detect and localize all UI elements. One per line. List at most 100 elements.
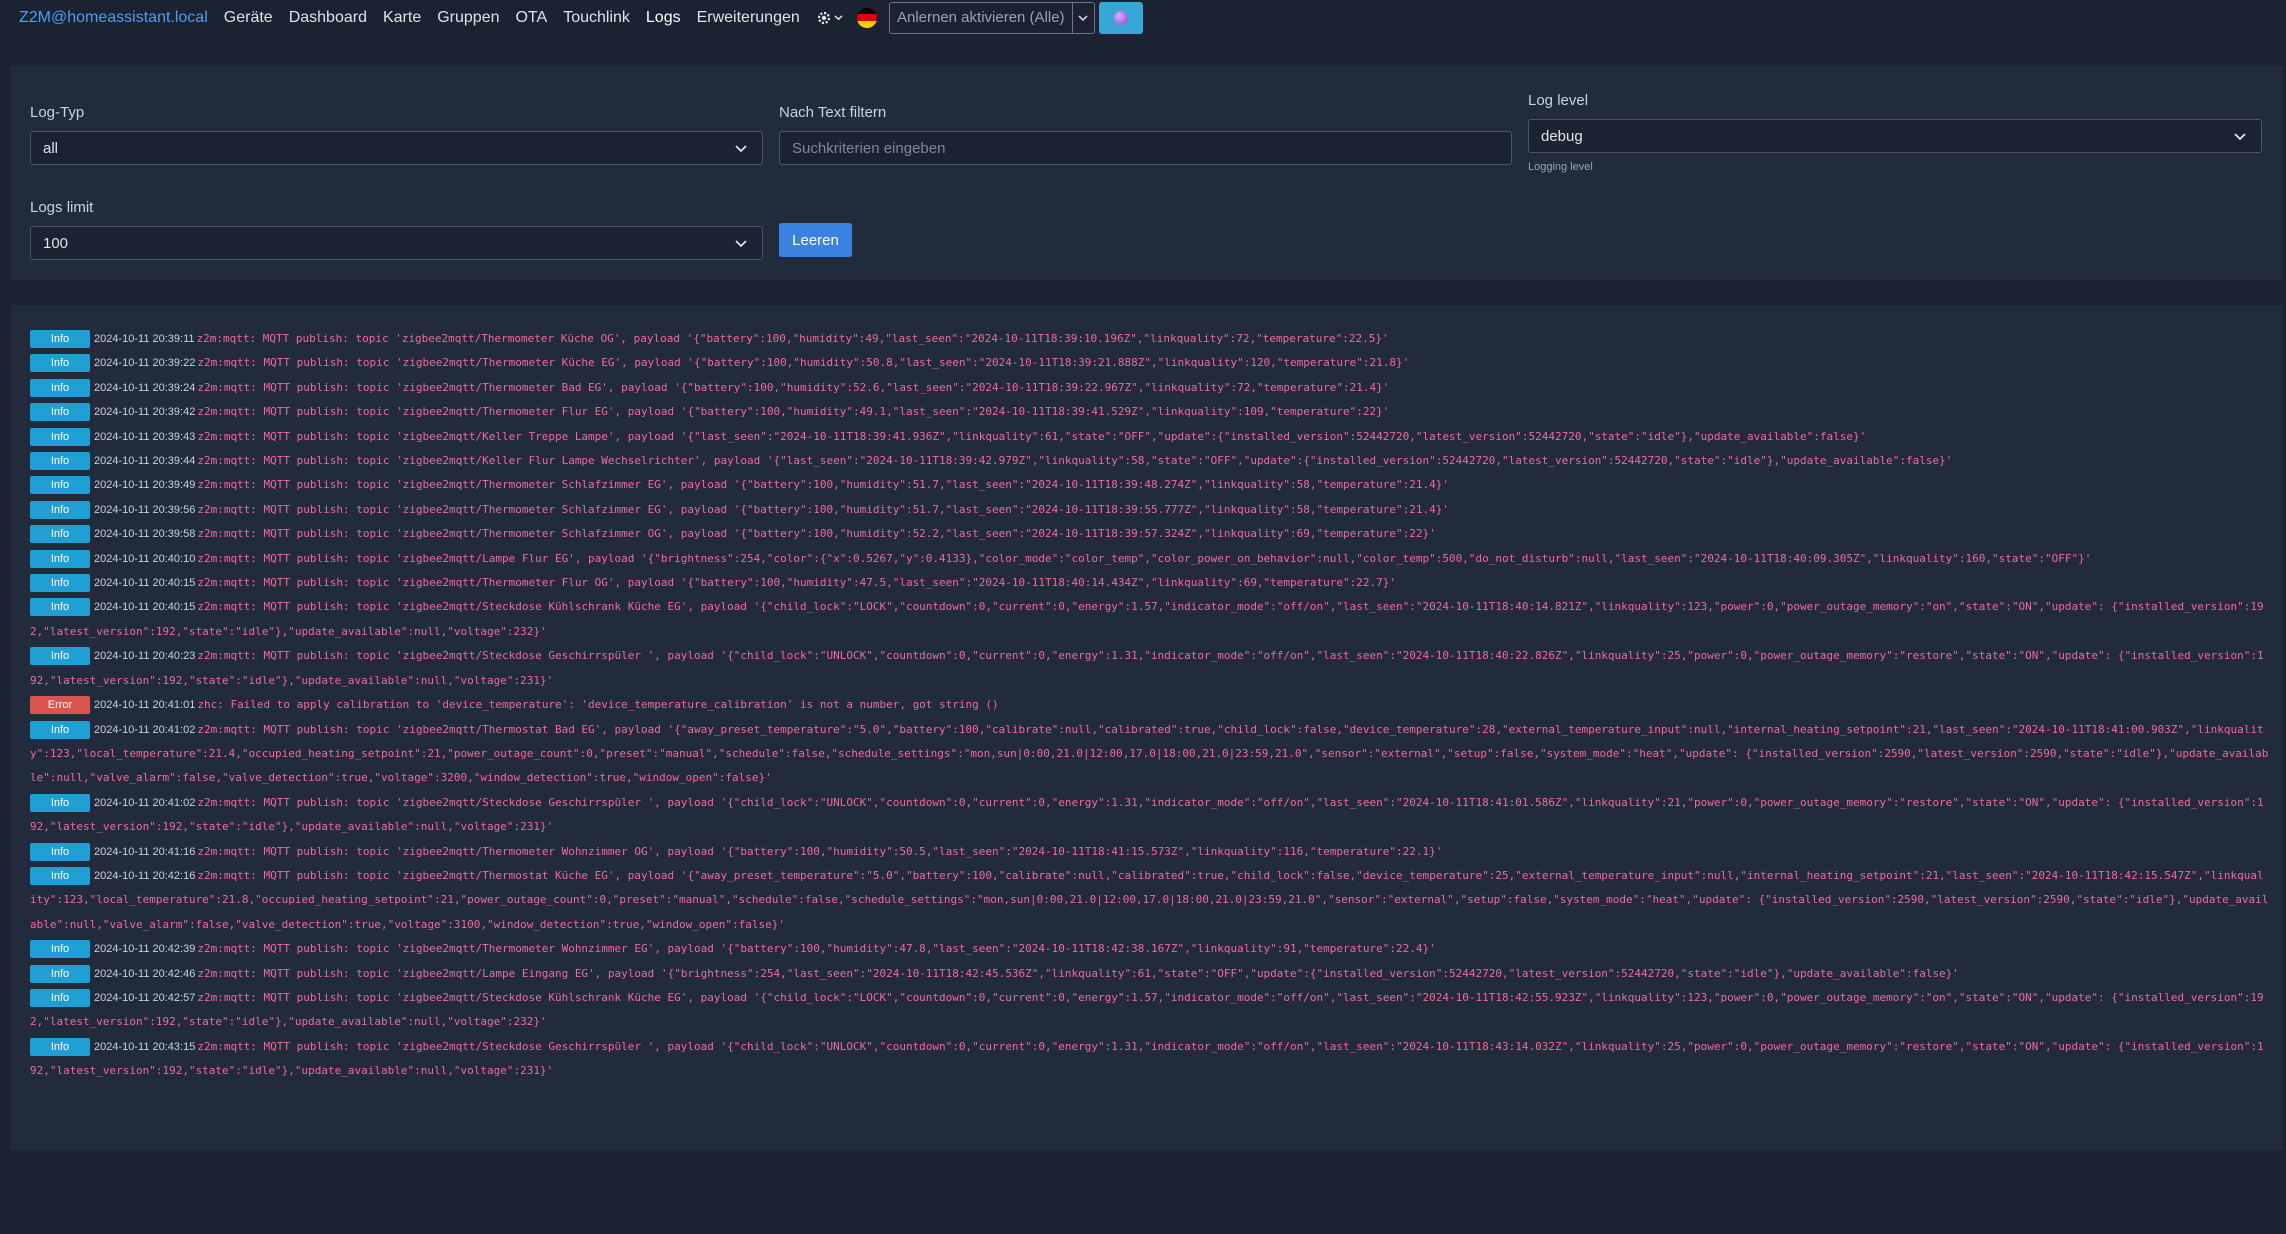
log-entry: Info 2024-10-11 20:43:15 z2m:mqtt: MQTT pu… xyxy=(30,1035,2270,1084)
log-entry: Info 2024-10-11 20:42:16 z2m:mqtt: MQTT pu… xyxy=(30,864,2270,937)
log-timestamp: 2024-10-11 20:40:23 xyxy=(94,650,196,663)
log-timestamp: 2024-10-11 20:42:16 xyxy=(94,869,196,882)
nav-link-touchlink[interactable]: Touchlink xyxy=(563,9,630,27)
log-entry: Info 2024-10-11 20:39:11 z2m:mqtt: MQTT pu… xyxy=(30,327,2270,351)
log-timestamp: 2024-10-11 20:43:15 xyxy=(94,1040,196,1053)
nav-link-extensions[interactable]: Erweiterungen xyxy=(697,9,800,27)
log-timestamp: 2024-10-11 20:39:43 xyxy=(94,430,196,443)
logs-limit-value: 100 xyxy=(43,234,69,252)
log-level-badge: Info xyxy=(30,793,90,812)
log-level-badge: Info xyxy=(30,598,90,617)
log-entry: Info 2024-10-11 20:39:22 z2m:mqtt: MQTT pu… xyxy=(30,351,2270,375)
log-message: z2m:mqtt: MQTT publish: topic 'zigbee2mq… xyxy=(30,649,2264,687)
log-timestamp: 2024-10-11 20:39:22 xyxy=(94,357,196,370)
log-level-badge: Info xyxy=(30,427,90,446)
log-level-badge: Info xyxy=(30,940,90,959)
log-timestamp: 2024-10-11 20:39:44 xyxy=(94,455,196,468)
log-message: z2m:mqtt: MQTT publish: topic 'zigbee2mq… xyxy=(30,1039,2264,1078)
log-level-badge: Info xyxy=(30,330,90,348)
log-level-badge: Info xyxy=(30,988,90,1007)
log-message: z2m:mqtt: MQTT publish: topic 'zigbee2mq… xyxy=(197,405,1390,419)
log-message: z2m:mqtt: MQTT publish: topic 'zigbee2mq… xyxy=(197,429,1867,443)
nav-link-dashboard[interactable]: Dashboard xyxy=(289,9,367,27)
log-entry: Info 2024-10-11 20:41:02 z2m:mqtt: MQTT pu… xyxy=(30,718,2270,791)
text-filter-input[interactable]: Suchkriterien eingeben xyxy=(779,131,1512,165)
log-level-badge: Info xyxy=(30,964,90,983)
log-message: z2m:mqtt: MQTT publish: topic 'zigbee2mq… xyxy=(197,478,1449,492)
log-timestamp: 2024-10-11 20:41:02 xyxy=(94,796,196,809)
clear-logs-button[interactable]: Leeren xyxy=(779,223,852,257)
log-message: z2m:mqtt: MQTT publish: topic 'zigbee2mq… xyxy=(197,454,1953,468)
log-message: z2m:mqtt: MQTT publish: topic 'zigbee2mq… xyxy=(197,966,1959,980)
log-level-badge: Info xyxy=(30,866,90,885)
permit-join-button[interactable]: Anlernen aktivieren (Alle) xyxy=(888,1,1073,34)
chevron-down-icon xyxy=(834,15,843,21)
log-message: z2m:mqtt: MQTT publish: topic 'zigbee2mq… xyxy=(196,332,1389,345)
log-level-badge: Info xyxy=(30,720,90,739)
log-entry: Info 2024-10-11 20:39:58 z2m:mqtt: MQTT pu… xyxy=(30,522,2270,546)
log-message: z2m:mqtt: MQTT publish: topic 'zigbee2mq… xyxy=(197,380,1390,394)
nav-link-devices[interactable]: Geräte xyxy=(224,9,273,27)
theme-toggle-button[interactable] xyxy=(1098,1,1143,34)
log-entries: Info 2024-10-11 20:39:11 z2m:mqtt: MQTT pu… xyxy=(30,327,2282,1084)
log-message: z2m:mqtt: MQTT publish: topic 'zigbee2mq… xyxy=(197,576,1397,590)
nav-link-ota[interactable]: OTA xyxy=(515,9,547,27)
log-level-help-text: Logging level xyxy=(1528,161,1593,173)
log-level-badge: Info xyxy=(30,354,90,373)
log-timestamp: 2024-10-11 20:39:24 xyxy=(94,381,196,394)
settings-menu[interactable] xyxy=(816,10,843,26)
permit-join-dropdown-toggle[interactable] xyxy=(1072,1,1095,34)
log-level-badge: Info xyxy=(30,549,90,568)
log-level-badge: Info xyxy=(30,842,90,861)
log-level-badge: Info xyxy=(30,378,90,397)
chevron-down-icon xyxy=(1078,14,1088,21)
log-level-badge: Info xyxy=(30,525,90,544)
log-entry: Info 2024-10-11 20:42:57 z2m:mqtt: MQTT pu… xyxy=(30,986,2270,1035)
log-level-badge: Error xyxy=(30,696,90,715)
log-message: zhc: Failed to apply calibration to 'dev… xyxy=(197,698,999,712)
log-entry: Info 2024-10-11 20:40:23 z2m:mqtt: MQTT pu… xyxy=(30,644,2270,693)
logs-limit-label: Logs limit xyxy=(30,199,94,216)
pairing-control: Anlernen aktivieren (Alle) xyxy=(888,1,1095,34)
log-timestamp: 2024-10-11 20:40:15 xyxy=(94,601,196,614)
log-message: z2m:mqtt: MQTT publish: topic 'zigbee2mq… xyxy=(30,868,2269,931)
log-timestamp: 2024-10-11 20:40:10 xyxy=(94,552,196,565)
chevron-down-icon xyxy=(735,145,747,153)
german-flag-icon[interactable] xyxy=(856,7,877,28)
log-filter-panel: Log-Typ all Nach Text filtern Suchkriter… xyxy=(10,66,2282,280)
log-message: z2m:mqtt: MQTT publish: topic 'zigbee2mq… xyxy=(197,527,1436,541)
log-level-badge: Info xyxy=(30,403,90,422)
gear-icon xyxy=(817,11,830,24)
log-type-label: Log-Typ xyxy=(30,104,85,121)
log-level-value: debug xyxy=(1541,127,1583,145)
log-level-badge: Info xyxy=(30,647,90,666)
log-entry: Info 2024-10-11 20:42:46 z2m:mqtt: MQTT pu… xyxy=(30,962,2270,986)
log-message: z2m:mqtt: MQTT publish: topic 'zigbee2mq… xyxy=(197,502,1449,516)
log-message: z2m:mqtt: MQTT publish: topic 'zigbee2mq… xyxy=(30,795,2264,834)
log-level-badge: Info xyxy=(30,574,90,593)
log-type-select[interactable]: all xyxy=(30,131,763,165)
log-timestamp: 2024-10-11 20:42:57 xyxy=(94,991,196,1004)
log-message: z2m:mqtt: MQTT publish: topic 'zigbee2mq… xyxy=(30,722,2269,785)
log-message: z2m:mqtt: MQTT publish: topic 'zigbee2mq… xyxy=(197,844,1443,858)
log-entry: Info 2024-10-11 20:39:43 z2m:mqtt: MQTT pu… xyxy=(30,425,2270,449)
log-level-select[interactable]: debug xyxy=(1528,119,2262,153)
brand-link[interactable]: Z2M@homeassistant.local xyxy=(19,9,208,27)
chevron-down-icon xyxy=(735,240,747,248)
nav-link-logs[interactable]: Logs xyxy=(646,9,681,27)
chevron-down-icon xyxy=(2234,133,2246,141)
logs-limit-select[interactable]: 100 xyxy=(30,226,763,260)
log-list: Info 2024-10-11 20:39:11 z2m:mqtt: MQTT pu… xyxy=(10,305,2282,1150)
log-entry: Info 2024-10-11 20:40:10 z2m:mqtt: MQTT pu… xyxy=(30,547,2270,571)
log-entry: Info 2024-10-11 20:42:39 z2m:mqtt: MQTT pu… xyxy=(30,937,2270,961)
log-entry: Info 2024-10-11 20:40:15 z2m:mqtt: MQTT pu… xyxy=(30,595,2270,644)
nav-link-map[interactable]: Karte xyxy=(383,9,421,27)
log-entry: Info 2024-10-11 20:39:42 z2m:mqtt: MQTT pu… xyxy=(30,400,2270,424)
nav-link-groups[interactable]: Gruppen xyxy=(437,9,499,27)
log-timestamp: 2024-10-11 20:41:16 xyxy=(94,845,196,858)
log-message: z2m:mqtt: MQTT publish: topic 'zigbee2mq… xyxy=(197,551,2092,565)
log-timestamp: 2024-10-11 20:39:58 xyxy=(94,528,196,541)
log-entry: Info 2024-10-11 20:39:56 z2m:mqtt: MQTT pu… xyxy=(30,498,2270,522)
log-entry: Info 2024-10-11 20:41:02 z2m:mqtt: MQTT pu… xyxy=(30,791,2270,840)
log-entry: Info 2024-10-11 20:39:49 z2m:mqtt: MQTT pu… xyxy=(30,473,2270,497)
